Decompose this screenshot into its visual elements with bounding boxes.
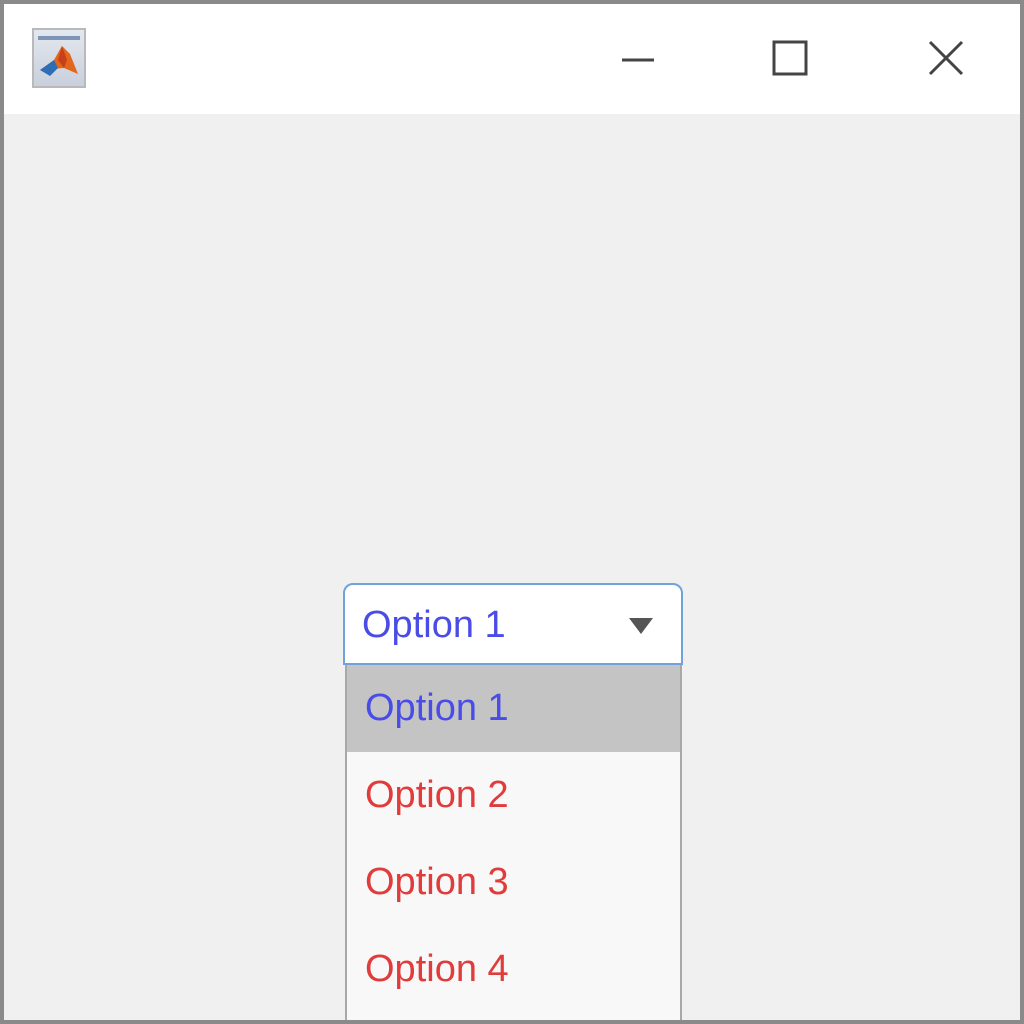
minimize-icon [622,58,654,62]
minimize-button[interactable] [598,24,678,94]
dropdown[interactable]: Option 1 [343,583,683,665]
dropdown-option-2[interactable]: Option 2 [347,752,680,839]
dropdown-option-1[interactable]: Option 1 [347,665,680,752]
matlab-logo-icon [32,28,86,88]
maximize-button[interactable] [750,24,830,94]
dropdown-value: Option 1 [362,604,506,646]
triangle-down-icon[interactable] [627,616,655,641]
title-bar[interactable] [4,4,1020,114]
maximize-icon [772,40,808,76]
dropdown-option-3[interactable]: Option 3 [347,839,680,926]
close-icon [928,40,964,76]
dropdown-list: Option 1 Option 2 Option 3 Option 4 [345,665,682,1020]
dropdown-option-4[interactable]: Option 4 [347,926,680,1013]
app-window: Option 1 Option 1 Option 2 Option 3 Opti… [0,0,1024,1024]
close-button[interactable] [906,24,986,94]
